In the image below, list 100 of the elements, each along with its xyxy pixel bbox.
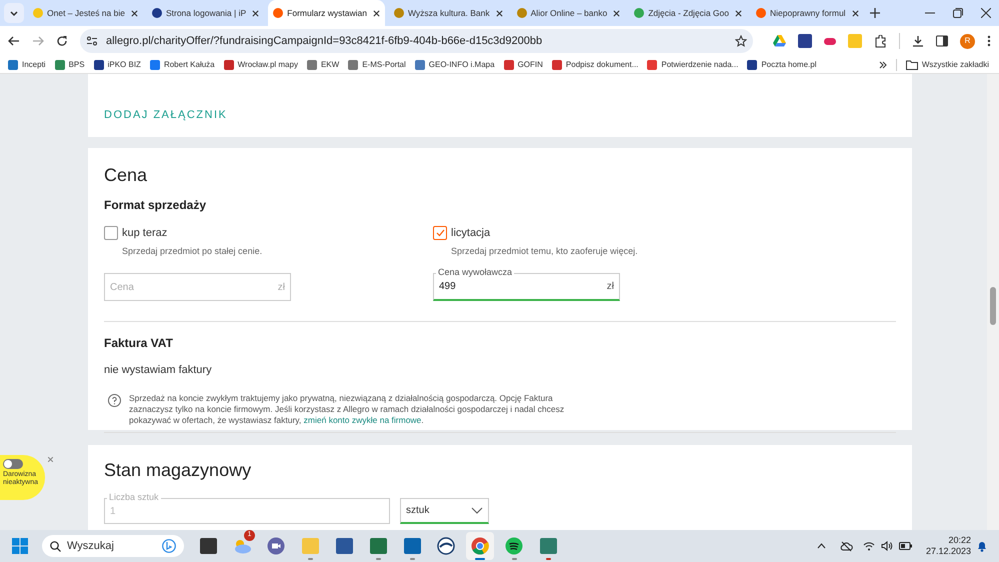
wifi-icon[interactable] xyxy=(862,541,875,551)
restore-icon[interactable] xyxy=(953,8,963,18)
invoice-info-text: Sprzedaż na koncie zwykłym traktujemy jako prywatną, niezwiązaną z działalnością gospodarczą. Opcję Faktura zaznaczysz tylko na koncie firmowym. Jeśli korzystasz z Allegro w ramach działalności gospodarczej i nadal chcesz pokazywać w ofertach, że wystawiasz faktury, zmień konto zwykłe na firmowe. xyxy=(129,392,566,426)
running-indicator xyxy=(376,558,380,560)
cloud-offline-icon[interactable] xyxy=(840,540,853,552)
option-label[interactable]: licytacja xyxy=(451,225,490,242)
running-indicator xyxy=(512,558,516,560)
bookmark-link[interactable]: Robert Kałuża xyxy=(164,58,215,70)
close-icon[interactable] xyxy=(372,10,380,16)
task-view-icon xyxy=(200,538,216,554)
bookmark-link[interactable]: Wrocław.pl mapy xyxy=(238,58,298,70)
browser-tab[interactable]: Onet – Jesteś na bie xyxy=(28,0,143,26)
folder-icon xyxy=(302,538,318,554)
bookmark-link[interactable]: GEO-INFO i.Mapa xyxy=(428,58,495,70)
music-app-icon xyxy=(505,537,523,555)
bookmark-link[interactable]: E-MS-Portal xyxy=(362,58,406,70)
extension-icon[interactable] xyxy=(824,38,836,44)
bookmark-link[interactable]: Poczta home.pl xyxy=(761,58,816,70)
mail-app-icon xyxy=(404,538,420,554)
close-icon[interactable] xyxy=(130,10,138,16)
running-indicator xyxy=(546,558,550,560)
star-icon[interactable] xyxy=(735,35,747,47)
battery-icon[interactable] xyxy=(898,542,912,550)
bookmark-link[interactable]: Podpisz dokument... xyxy=(566,58,638,70)
tab-title: Niepoprawny formul xyxy=(770,6,846,20)
taskbar-search-field[interactable]: Wyszukaj xyxy=(42,535,184,557)
close-icon[interactable] xyxy=(852,10,859,16)
field-label: Cena wywoławcza xyxy=(436,268,514,277)
extension-icon xyxy=(848,34,862,48)
url-text: allegro.pl/charityOffer/?fundraisingCampaignId=93c8421f-6fb9-404b-b66e-d15c3d9200bb xyxy=(106,34,544,49)
option-hint: Sprzedaj przedmiot po stałej cenie. xyxy=(122,244,264,258)
new-tab-icon[interactable] xyxy=(870,8,880,18)
extension-icon xyxy=(798,34,812,48)
chevrons-icon[interactable] xyxy=(878,60,887,68)
checkbox[interactable] xyxy=(104,226,118,240)
invoice-setting: nie wystawiam faktury xyxy=(104,363,213,378)
browser-tab[interactable]: Alior Online – banko xyxy=(512,0,626,26)
option-hint: Sprzedaj przedmiot temu, kto zaoferuje więcej. xyxy=(451,244,639,258)
spreadsheet-app-icon xyxy=(370,538,386,554)
bookmark-link[interactable]: EKW xyxy=(320,58,340,70)
chevron-up-icon[interactable] xyxy=(816,543,826,549)
address-bar[interactable]: allegro.pl/charityOffer/?fundraisingCampaignId=93c8421f-6fb9-404b-b66e-d15c3d9200bb xyxy=(80,29,753,53)
close-icon[interactable] xyxy=(496,10,503,16)
chevron-down-icon xyxy=(471,507,483,514)
weather-icon xyxy=(232,538,252,554)
close-icon[interactable] xyxy=(734,10,742,16)
close-icon[interactable] xyxy=(613,10,620,16)
bell-icon[interactable] xyxy=(977,540,987,552)
browser-tab[interactable]: Wyższa kultura. Bank xyxy=(388,0,508,26)
help-icon[interactable] xyxy=(108,394,121,406)
clock[interactable]: 20:22 27.12.2023 xyxy=(926,535,971,557)
menu-icon[interactable] xyxy=(987,35,991,47)
search-icon xyxy=(50,540,61,552)
all-bookmarks-link[interactable]: Wszystkie zakładki xyxy=(922,58,989,70)
tab-title: Alior Online – banko xyxy=(530,6,608,20)
back-icon[interactable] xyxy=(8,35,20,47)
toggle-switch[interactable] xyxy=(3,459,23,469)
globe-icon xyxy=(437,537,455,555)
tab-title: Wyższa kultura. Bank xyxy=(408,6,490,20)
subsection-title: Format sprzedaży xyxy=(104,197,208,214)
section-title: Stan magazynowy xyxy=(104,459,252,481)
chrome-icon xyxy=(471,537,489,555)
unit-select[interactable]: sztuk xyxy=(400,498,489,524)
bookmark-link[interactable]: Incepti xyxy=(22,58,46,70)
field-value: 499 xyxy=(439,280,457,294)
subsection-title: Faktura VAT xyxy=(104,335,174,352)
close-icon[interactable] xyxy=(981,8,991,18)
speaker-icon[interactable] xyxy=(880,541,893,551)
start-icon[interactable] xyxy=(12,538,28,554)
browser-tab[interactable]: Formularz wystawian xyxy=(268,0,385,26)
browser-tab[interactable]: Zdjęcia - Zdjęcia Goo xyxy=(629,0,747,26)
bookmark-link[interactable]: GOFIN xyxy=(518,58,543,70)
site-settings-icon[interactable] xyxy=(86,35,98,47)
browser-tab[interactable]: Strona logowania | iP xyxy=(146,0,264,26)
checkbox[interactable] xyxy=(433,226,447,240)
side-panel-icon[interactable] xyxy=(936,35,948,47)
bookmark-link[interactable]: BPS xyxy=(68,58,85,70)
field-label: Liczba sztuk xyxy=(107,493,161,502)
section-title: Cena xyxy=(104,164,148,186)
search-placeholder: Wyszukaj xyxy=(67,538,115,554)
reload-icon[interactable] xyxy=(56,35,68,47)
scrollbar[interactable] xyxy=(987,74,999,530)
option-label[interactable]: kup teraz xyxy=(122,225,168,242)
map-app-icon xyxy=(540,538,556,554)
running-indicator xyxy=(308,558,312,560)
bookmark-link[interactable]: iPKO BIZ xyxy=(108,58,141,70)
running-indicator xyxy=(475,558,485,560)
change-account-link[interactable]: zmień konto zwykłe na firmowe xyxy=(304,414,422,424)
tab-search-icon[interactable] xyxy=(4,3,24,23)
extensions-icon[interactable] xyxy=(874,34,887,48)
video-chat-icon xyxy=(267,537,285,555)
tab-title: Strona logowania | iP xyxy=(166,6,246,20)
bookmark-link[interactable]: Potwierdzenie nada... xyxy=(661,58,738,70)
drive-icon[interactable] xyxy=(773,35,786,47)
currency-unit: zł xyxy=(606,280,614,294)
browser-tab[interactable]: Niepoprawny formul xyxy=(750,0,864,26)
bing-icon xyxy=(162,539,176,553)
close-icon[interactable] xyxy=(252,10,260,16)
folder-icon xyxy=(906,60,918,70)
download-icon[interactable] xyxy=(912,35,924,47)
